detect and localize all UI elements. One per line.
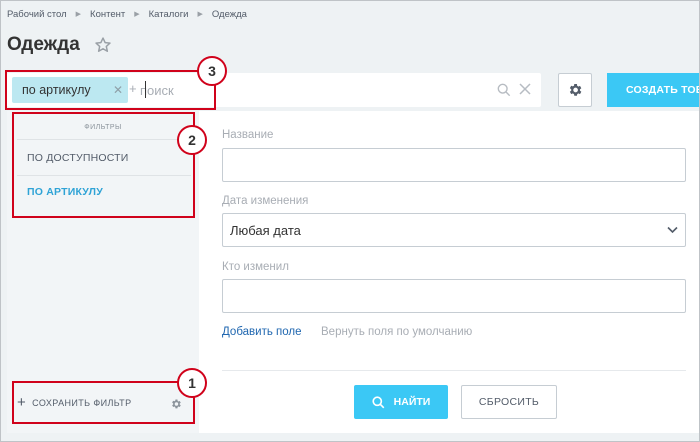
breadcrumb-separator-icon: ▶ [75, 11, 82, 18]
breadcrumb: Рабочий стол ▶ Контент ▶ Каталоги ▶ Одеж… [7, 7, 247, 21]
create-product-button[interactable]: СОЗДАТЬ ТОВ [607, 73, 699, 107]
filter-form-panel: Название Дата изменения Любая дата Кто и… [199, 111, 699, 433]
breadcrumb-item-catalogs[interactable]: Каталоги [149, 9, 189, 20]
modified-by-field[interactable] [222, 279, 686, 313]
callout-box-filters [12, 112, 195, 218]
callout-box-save-filter [12, 381, 195, 424]
settings-button[interactable] [558, 73, 592, 107]
restore-default-fields-link[interactable]: Вернуть поля по умолчанию [321, 326, 472, 338]
add-field-link[interactable]: Добавить поле [222, 326, 302, 338]
form-divider [222, 370, 686, 371]
find-button[interactable]: НАЙТИ [354, 385, 448, 419]
gear-icon [569, 84, 582, 96]
page-title-text: Одежда [7, 34, 80, 55]
breadcrumb-separator-icon: ▶ [197, 11, 203, 18]
date-field-label: Дата изменения [222, 195, 309, 207]
chevron-down-icon [667, 226, 678, 234]
date-select[interactable]: Любая дата [222, 213, 686, 247]
app-frame: Рабочий стол ▶ Контент ▶ Каталоги ▶ Одеж… [0, 0, 700, 442]
breadcrumb-item-content[interactable]: Контент [90, 9, 125, 20]
magnifier-icon[interactable] [497, 83, 511, 97]
callout-box-search [5, 70, 216, 110]
page-title: Одежда [7, 34, 112, 56]
breadcrumb-separator-icon: ▶ [134, 11, 140, 18]
find-button-label: НАЙТИ [393, 396, 431, 408]
breadcrumb-item-desktop[interactable]: Рабочий стол [7, 9, 67, 20]
callout-badge-2: 2 [177, 125, 207, 155]
clear-icon[interactable] [519, 83, 531, 95]
reset-button[interactable]: СБРОСИТЬ [461, 385, 557, 419]
breadcrumb-item-current: Одежда [211, 8, 247, 20]
magnifier-icon [372, 395, 385, 408]
callout-badge-1: 1 [177, 368, 207, 398]
name-field-label: Название [222, 129, 274, 141]
name-field[interactable] [222, 148, 686, 182]
date-select-value: Любая дата [230, 222, 301, 238]
callout-badge-3: 3 [197, 56, 227, 86]
modified-by-field-label: Кто изменил [222, 261, 289, 273]
star-icon[interactable] [94, 36, 112, 54]
